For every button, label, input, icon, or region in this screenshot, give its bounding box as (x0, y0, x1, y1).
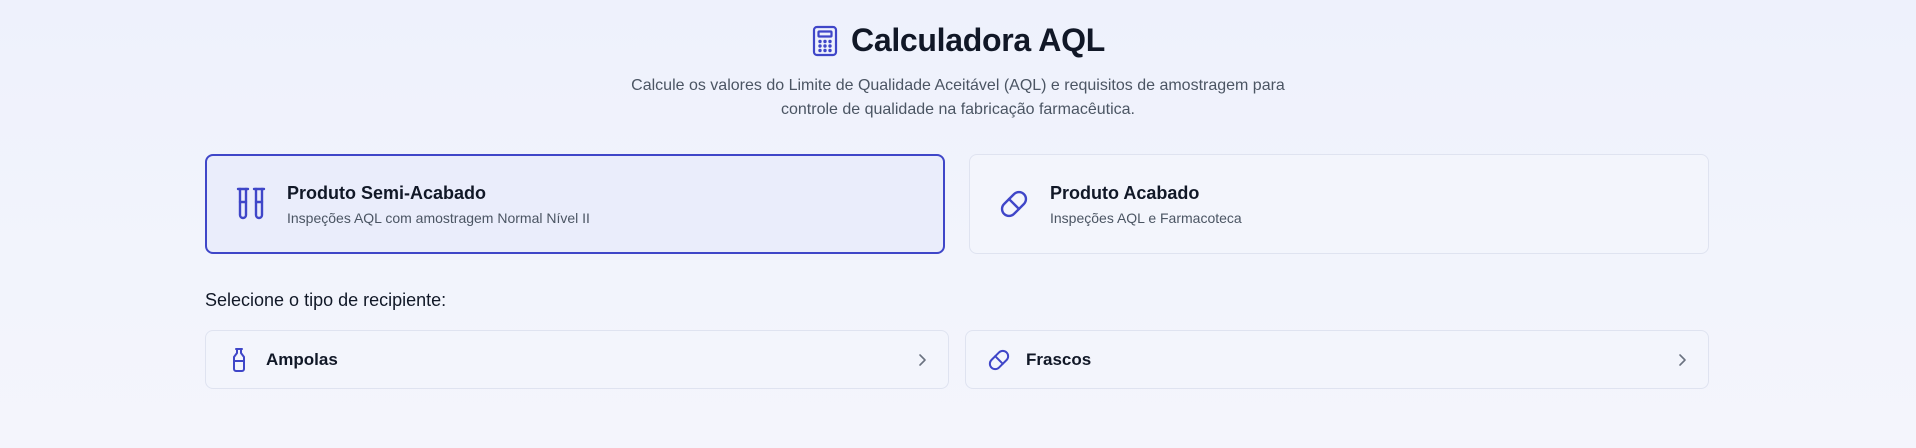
chevron-right-icon (914, 352, 930, 368)
chevron-right-icon (1674, 352, 1690, 368)
calculator-icon (811, 25, 839, 57)
product-card-semi-acabado[interactable]: Produto Semi-Acabado Inspeções AQL com a… (205, 154, 945, 254)
subtitle-line-1: Calcule os valores do Limite de Qualidad… (631, 77, 1285, 94)
header: Calculadora AQL (0, 22, 1916, 59)
ampoule-icon (226, 347, 252, 373)
container-option-label: Ampolas (266, 349, 338, 369)
product-card-title: Produto Semi-Acabado (287, 182, 487, 203)
page-subtitle: Calcule os valores do Limite de Qualidad… (0, 74, 1916, 122)
page-title: Calculadora AQL (851, 22, 1105, 58)
container-type-label: Selecione o tipo de recipiente: (205, 290, 447, 310)
product-card-acabado[interactable]: Produto Acabado Inspeções AQL e Farmacot… (969, 154, 1709, 254)
subtitle-line-2: controle de qualidade na fabricação farm… (781, 101, 1135, 118)
pill-icon (986, 347, 1012, 373)
product-card-description: Inspeções AQL e Farmacoteca (1050, 209, 1242, 226)
container-option-frascos[interactable]: Frascos (965, 330, 1709, 389)
product-card-texts: Produto Acabado Inspeções AQL e Farmacot… (1050, 183, 1242, 226)
pill-icon (996, 184, 1032, 224)
product-card-texts: Produto Semi-Acabado Inspeções AQL com a… (287, 183, 590, 226)
page: Calculadora AQL Calcule os valores do Li… (0, 0, 1916, 448)
container-option-ampolas[interactable]: Ampolas (205, 330, 949, 389)
test-tubes-icon (233, 184, 269, 224)
product-card-title: Produto Acabado (1050, 182, 1200, 203)
container-option-label: Frascos (1026, 349, 1092, 369)
product-card-description: Inspeções AQL com amostragem Normal Níve… (287, 209, 590, 226)
